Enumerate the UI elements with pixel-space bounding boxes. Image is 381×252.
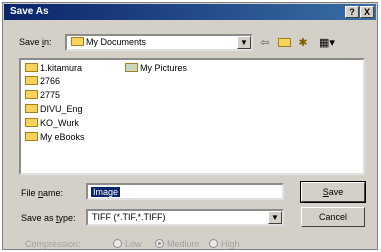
list-item[interactable]: 1.kitamura	[25, 63, 82, 75]
list-item[interactable]: KO_Wurk	[25, 118, 79, 130]
save-as-type-label: Save as type:	[21, 213, 76, 223]
save-as-type-dropdown[interactable]: TIFF (*.TIF,*.TIFF) ▼	[86, 209, 284, 226]
folder-icon	[25, 90, 38, 99]
save-in-dropdown[interactable]: My Documents ▼	[65, 34, 253, 51]
folder-icon	[25, 63, 38, 72]
back-arrow-icon[interactable]: ⇦	[257, 35, 273, 51]
chevron-down-icon[interactable]: ▼	[268, 211, 282, 224]
chevron-down-icon[interactable]: ▼	[237, 36, 251, 49]
window-title: Save As	[10, 6, 49, 17]
list-item[interactable]: My eBooks	[25, 132, 85, 144]
close-button[interactable]: X	[360, 6, 374, 18]
help-button[interactable]: ?	[345, 6, 359, 18]
cancel-button[interactable]: Cancel	[301, 207, 365, 227]
folder-icon	[25, 118, 38, 127]
compression-medium-radio[interactable]: Medium	[155, 239, 199, 249]
compression-high-radio[interactable]: High	[209, 239, 240, 249]
save-in-label: Save in:	[19, 37, 52, 47]
save-button[interactable]: Save	[300, 181, 366, 203]
save-in-value: My Documents	[71, 37, 146, 47]
list-item[interactable]: DIVU_Eng	[25, 104, 83, 116]
folder-icon	[25, 76, 38, 85]
new-folder-icon[interactable]: ✱	[295, 35, 311, 51]
list-item[interactable]: My Pictures	[125, 63, 187, 75]
file-list[interactable]: 1.kitamura 2766 2775 DIVU_Eng KO_Wurk My…	[19, 58, 365, 175]
save-as-dialog: Save As ? X Save in: My Documents ▼ ⇦ ✱ …	[2, 2, 378, 250]
compression-low-radio[interactable]: Low	[113, 239, 142, 249]
title-bar: Save As ? X	[4, 4, 376, 20]
up-folder-icon[interactable]	[276, 35, 292, 51]
documents-folder-icon	[71, 37, 84, 46]
folder-icon	[25, 132, 38, 141]
views-menu-icon[interactable]: ▦▾	[316, 35, 338, 51]
file-name-label: File name:	[21, 188, 64, 198]
file-name-field[interactable]: Image	[86, 183, 284, 200]
list-item[interactable]: 2766	[25, 76, 60, 88]
list-item[interactable]: 2775	[25, 90, 60, 102]
folder-icon	[25, 104, 38, 113]
compression-label: Compression:	[25, 239, 81, 249]
pictures-folder-icon	[125, 63, 138, 72]
